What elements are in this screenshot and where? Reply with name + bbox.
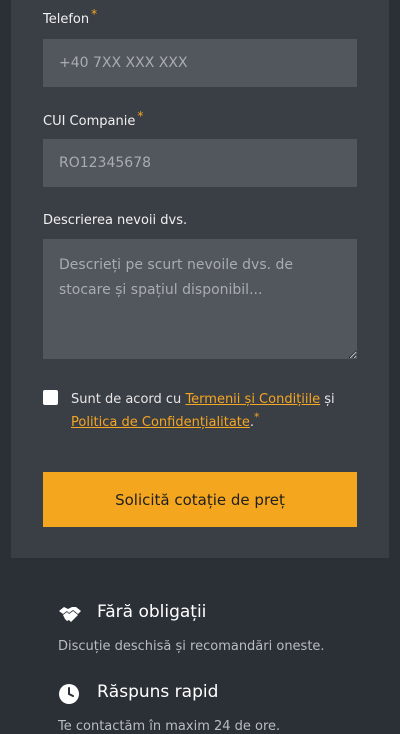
required-asterisk: * bbox=[91, 6, 98, 21]
feature-title: Fără obligații bbox=[97, 602, 207, 622]
handshake-icon bbox=[58, 603, 82, 625]
clock-icon bbox=[58, 683, 82, 705]
terms-link[interactable]: Termenii și Condițiile bbox=[185, 392, 320, 407]
description-textarea[interactable] bbox=[43, 239, 357, 359]
privacy-policy-link[interactable]: Politica de Confidențialitate bbox=[71, 415, 250, 430]
phone-input[interactable] bbox=[43, 39, 357, 87]
cui-input[interactable] bbox=[43, 139, 357, 187]
request-quote-button[interactable]: Solicită cotație de preț bbox=[43, 472, 357, 527]
phone-label: Telefon * bbox=[43, 6, 98, 27]
required-asterisk: * bbox=[254, 410, 260, 424]
feature-title: Răspuns rapid bbox=[97, 682, 219, 702]
feature-description: Discuție deschisă și recomandări oneste. bbox=[58, 639, 325, 654]
consent-text: Sunt de acord cu Termenii și Condițiile … bbox=[71, 392, 335, 430]
description-label: Descrierea nevoii dvs. bbox=[43, 213, 188, 228]
consent-checkbox[interactable] bbox=[43, 390, 58, 405]
feature-description: Te contactăm în maxim 24 de ore. bbox=[58, 719, 281, 734]
cui-label: CUI Companie * bbox=[43, 108, 144, 129]
required-asterisk: * bbox=[137, 108, 144, 123]
